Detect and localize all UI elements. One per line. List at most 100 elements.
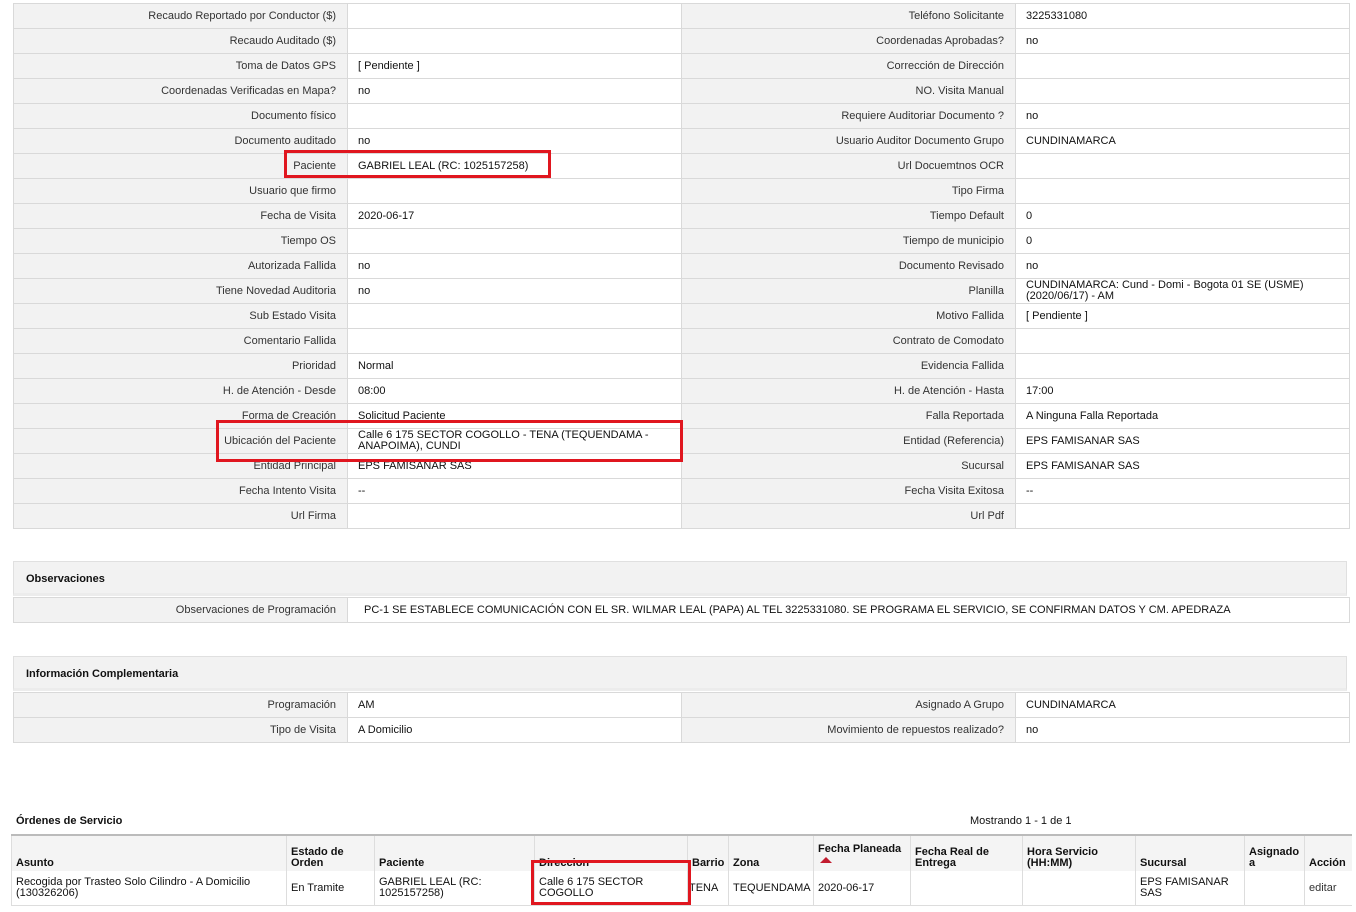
field-value: A Domicilio bbox=[347, 717, 682, 743]
detail-row: Documento auditado no Usuario Auditor Docu… bbox=[13, 128, 1350, 154]
sort-asc-icon[interactable] bbox=[820, 857, 832, 863]
field-label: Documento Revisado bbox=[681, 253, 1016, 279]
field-label: Forma de Creación bbox=[13, 403, 348, 429]
field-label: Usuario que firmo bbox=[13, 178, 348, 204]
field-label: Entidad Principal bbox=[13, 453, 348, 479]
observaciones-header: Observaciones bbox=[13, 561, 1347, 596]
col-hora-servicio[interactable]: Hora Servicio (HH:MM) bbox=[1022, 834, 1136, 871]
col-asignado[interactable]: Asignado a bbox=[1244, 834, 1305, 871]
field-label: Entidad (Referencia) bbox=[681, 428, 1016, 454]
detail-row: Ubicación del Paciente Calle 6 175 SECTOR… bbox=[13, 428, 1350, 454]
field-value: -- bbox=[1015, 478, 1350, 504]
field-value bbox=[1015, 178, 1350, 204]
field-label: Tiene Novedad Auditoria bbox=[13, 278, 348, 304]
field-label: Movimiento de repuestos realizado? bbox=[681, 717, 1016, 743]
col-sucursal[interactable]: Sucursal bbox=[1135, 834, 1245, 871]
orden-fecha-real bbox=[910, 871, 1023, 906]
field-label: Tiempo de municipio bbox=[681, 228, 1016, 254]
field-value: CUNDINAMARCA bbox=[1015, 128, 1350, 154]
field-label: Documento auditado bbox=[13, 128, 348, 154]
col-asunto[interactable]: Asunto bbox=[11, 834, 287, 871]
detail-row: Recaudo Auditado ($) Coordenadas Aprobada… bbox=[13, 28, 1350, 54]
detail-row: Url Firma Url Pdf bbox=[13, 503, 1350, 529]
field-value bbox=[347, 328, 682, 354]
ordenes-table: Asunto Estado de Orden Paciente Direccio… bbox=[11, 834, 1352, 906]
field-value bbox=[1015, 53, 1350, 79]
field-value bbox=[1015, 328, 1350, 354]
field-value bbox=[347, 28, 682, 54]
edit-link[interactable]: editar bbox=[1304, 871, 1352, 906]
ordenes-count: Mostrando 1 - 1 de 1 bbox=[970, 815, 1072, 827]
field-value bbox=[347, 3, 682, 29]
field-value: 0 bbox=[1015, 228, 1350, 254]
col-fecha-real[interactable]: Fecha Real de Entrega bbox=[910, 834, 1023, 871]
field-value: no bbox=[347, 128, 682, 154]
field-value: no bbox=[347, 78, 682, 104]
orden-asignado bbox=[1244, 871, 1305, 906]
field-label: Tipo de Visita bbox=[13, 717, 348, 743]
field-label: Asignado A Grupo bbox=[681, 692, 1016, 718]
field-value: CUNDINAMARCA bbox=[1015, 692, 1350, 718]
field-label: Ubicación del Paciente bbox=[13, 428, 348, 454]
field-label: NO. Visita Manual bbox=[681, 78, 1016, 104]
field-label: Url Pdf bbox=[681, 503, 1016, 529]
field-value: -- bbox=[347, 478, 682, 504]
field-label: Tipo Firma bbox=[681, 178, 1016, 204]
field-label: Sub Estado Visita bbox=[13, 303, 348, 329]
field-label: Fecha Visita Exitosa bbox=[681, 478, 1016, 504]
field-value: no bbox=[1015, 717, 1350, 743]
field-value bbox=[347, 178, 682, 204]
field-value: Calle 6 175 SECTOR COGOLLO - TENA (TEQUE… bbox=[347, 428, 682, 454]
complementaria-row: Programación AM Asignado A Grupo CUNDINAMAR… bbox=[13, 692, 1350, 718]
col-estado[interactable]: Estado de Orden bbox=[286, 834, 375, 871]
field-label: Programación bbox=[13, 692, 348, 718]
col-paciente[interactable]: Paciente bbox=[374, 834, 535, 871]
detail-row: Autorizada Fallida no Documento Revisado no bbox=[13, 253, 1350, 279]
col-direccion[interactable]: Direccion bbox=[534, 834, 688, 871]
observaciones-table: Observaciones de Programación PC-1 SE ES… bbox=[13, 597, 1350, 623]
field-label: Falla Reportada bbox=[681, 403, 1016, 429]
field-label: Paciente bbox=[13, 153, 348, 179]
details-table: Recaudo Reportado por Conductor ($) Teléf… bbox=[13, 3, 1350, 529]
field-value bbox=[347, 503, 682, 529]
field-label: Usuario Auditor Documento Grupo bbox=[681, 128, 1016, 154]
ordenes-header-row: Asunto Estado de Orden Paciente Direccio… bbox=[11, 834, 1352, 871]
field-label: Evidencia Fallida bbox=[681, 353, 1016, 379]
field-value: A Ninguna Falla Reportada bbox=[1015, 403, 1350, 429]
detail-row: Fecha Intento Visita -- Fecha Visita Exito… bbox=[13, 478, 1350, 504]
field-value bbox=[1015, 78, 1350, 104]
col-zona[interactable]: Zona bbox=[728, 834, 814, 871]
field-label: Fecha de Visita bbox=[13, 203, 348, 229]
orden-sucursal: EPS FAMISANAR SAS bbox=[1135, 871, 1245, 906]
detail-row: Comentario Fallida Contrato de Comodato bbox=[13, 328, 1350, 354]
field-label: Comentario Fallida bbox=[13, 328, 348, 354]
field-label: Documento físico bbox=[13, 103, 348, 129]
col-fecha-planeada-label: Fecha Planeada bbox=[818, 843, 902, 855]
field-value: 2020-06-17 bbox=[347, 203, 682, 229]
field-label: Recaudo Auditado ($) bbox=[13, 28, 348, 54]
table-row: Recogida por Trasteo Solo Cilindro - A D… bbox=[11, 871, 1352, 906]
field-value: no bbox=[1015, 103, 1350, 129]
field-value: EPS FAMISANAR SAS bbox=[1015, 428, 1350, 454]
field-value bbox=[1015, 153, 1350, 179]
field-value: [ Pendiente ] bbox=[347, 53, 682, 79]
field-value: Solicitud Paciente bbox=[347, 403, 682, 429]
field-label: Motivo Fallida bbox=[681, 303, 1016, 329]
complementaria-header: Información Complementaria bbox=[13, 656, 1347, 691]
field-value: GABRIEL LEAL (RC: 1025157258) bbox=[347, 153, 682, 179]
orden-estado: En Tramite bbox=[286, 871, 375, 906]
field-value bbox=[347, 303, 682, 329]
observaciones-label: Observaciones de Programación bbox=[13, 597, 348, 623]
field-label: H. de Atención - Desde bbox=[13, 378, 348, 404]
field-label: Coordenadas Verificadas en Mapa? bbox=[13, 78, 348, 104]
field-value bbox=[347, 228, 682, 254]
detail-row: Recaudo Reportado por Conductor ($) Teléf… bbox=[13, 3, 1350, 29]
field-value bbox=[347, 103, 682, 129]
orden-direccion: Calle 6 175 SECTOR COGOLLO bbox=[534, 871, 688, 906]
field-label: Coordenadas Aprobadas? bbox=[681, 28, 1016, 54]
col-fecha-planeada[interactable]: Fecha Planeada bbox=[813, 834, 911, 871]
field-value: no bbox=[1015, 28, 1350, 54]
field-label: Corrección de Dirección bbox=[681, 53, 1016, 79]
col-barrio[interactable]: Barrio bbox=[687, 834, 729, 871]
field-label: Recaudo Reportado por Conductor ($) bbox=[13, 3, 348, 29]
